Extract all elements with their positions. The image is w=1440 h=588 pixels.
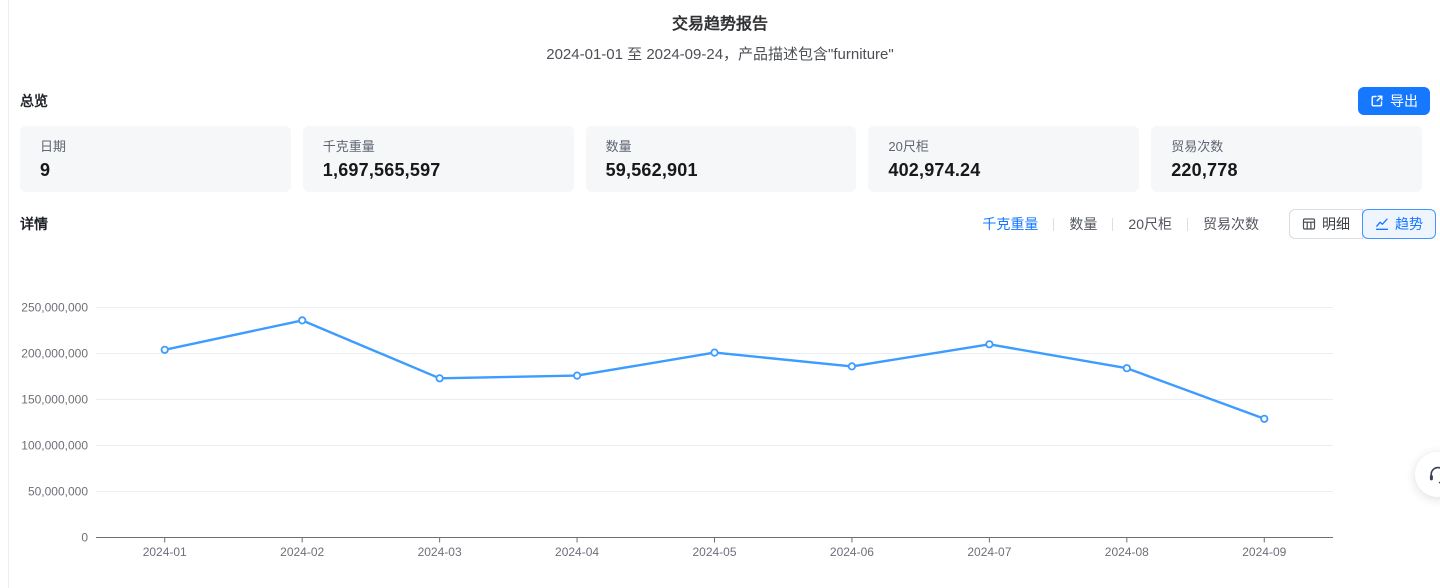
tab-separator (1053, 218, 1054, 231)
stat-value: 59,562,901 (606, 160, 837, 181)
overview-stat-cards: 日期 9 千克重量 1,697,565,597 数量 59,562,901 20… (0, 126, 1440, 192)
external-link-icon (1370, 94, 1384, 108)
stat-value: 1,697,565,597 (323, 160, 554, 181)
svg-text:2024-01: 2024-01 (143, 545, 187, 559)
trend-line-icon (1375, 217, 1389, 231)
svg-text:2024-08: 2024-08 (1105, 545, 1149, 559)
metric-tabs: 千克重量 数量 20尺柜 贸易次数 (982, 214, 1259, 234)
overview-bar: 总览 导出 (0, 87, 1440, 115)
detail-view-button[interactable]: 明细 (1289, 209, 1363, 239)
stat-label: 贸易次数 (1171, 139, 1402, 155)
svg-text:150,000,000: 150,000,000 (21, 393, 88, 407)
svg-text:2024-03: 2024-03 (418, 545, 462, 559)
stat-label: 20尺柜 (888, 139, 1119, 155)
stat-card-kg-weight: 千克重量 1,697,565,597 (303, 126, 574, 192)
svg-text:0: 0 (81, 531, 88, 545)
tab-separator (1187, 218, 1188, 231)
stat-value: 402,974.24 (888, 160, 1119, 181)
tab-quantity[interactable]: 数量 (1069, 214, 1097, 234)
report-header: 交易趋势报告 2024-01-01 至 2024-09-24，产品描述包含"fu… (0, 0, 1440, 65)
tab-trade-count[interactable]: 贸易次数 (1203, 214, 1259, 234)
detail-view-label: 明细 (1322, 214, 1350, 234)
stat-card-quantity: 数量 59,562,901 (586, 126, 857, 192)
stat-card-date: 日期 9 (20, 126, 291, 192)
svg-text:2024-05: 2024-05 (692, 545, 736, 559)
svg-text:200,000,000: 200,000,000 (21, 347, 88, 361)
stat-label: 数量 (606, 139, 837, 155)
svg-text:2024-07: 2024-07 (967, 545, 1011, 559)
details-controls: 千克重量 数量 20尺柜 贸易次数 明细 (982, 209, 1436, 239)
svg-text:100,000,000: 100,000,000 (21, 439, 88, 453)
svg-text:2024-09: 2024-09 (1242, 545, 1286, 559)
svg-text:2024-04: 2024-04 (555, 545, 599, 559)
trend-line-chart[interactable]: 0 50,000,000 100,000,000 150,000,000 200,000… (0, 250, 1440, 580)
stat-card-20ft-container: 20尺柜 402,974.24 (868, 126, 1139, 192)
details-section-label: 详情 (20, 214, 48, 234)
svg-text:2024-02: 2024-02 (280, 545, 324, 559)
tab-kg-weight[interactable]: 千克重量 (982, 214, 1038, 234)
stat-card-trade-count: 贸易次数 220,778 (1151, 126, 1422, 192)
svg-text:250,000,000: 250,000,000 (21, 301, 88, 315)
export-button-label: 导出 (1390, 91, 1418, 111)
stat-value: 220,778 (1171, 160, 1402, 181)
stat-label: 日期 (40, 139, 271, 155)
headset-icon (1427, 464, 1440, 486)
trend-view-button[interactable]: 趋势 (1362, 209, 1436, 239)
svg-text:50,000,000: 50,000,000 (28, 485, 88, 499)
trend-view-label: 趋势 (1395, 214, 1423, 234)
overview-section-label: 总览 (20, 91, 48, 111)
export-button[interactable]: 导出 (1358, 87, 1430, 115)
table-icon (1302, 217, 1316, 231)
stat-label: 千克重量 (323, 139, 554, 155)
view-toggle: 明细 趋势 (1289, 209, 1436, 239)
stat-value: 9 (40, 160, 271, 181)
details-bar: 详情 千克重量 数量 20尺柜 贸易次数 明细 (0, 209, 1440, 239)
svg-text:2024-06: 2024-06 (830, 545, 874, 559)
tab-separator (1112, 218, 1113, 231)
page-title: 交易趋势报告 (0, 14, 1440, 36)
page-subtitle: 2024-01-01 至 2024-09-24，产品描述包含"furniture… (0, 45, 1440, 65)
tab-20ft-container[interactable]: 20尺柜 (1128, 214, 1172, 234)
